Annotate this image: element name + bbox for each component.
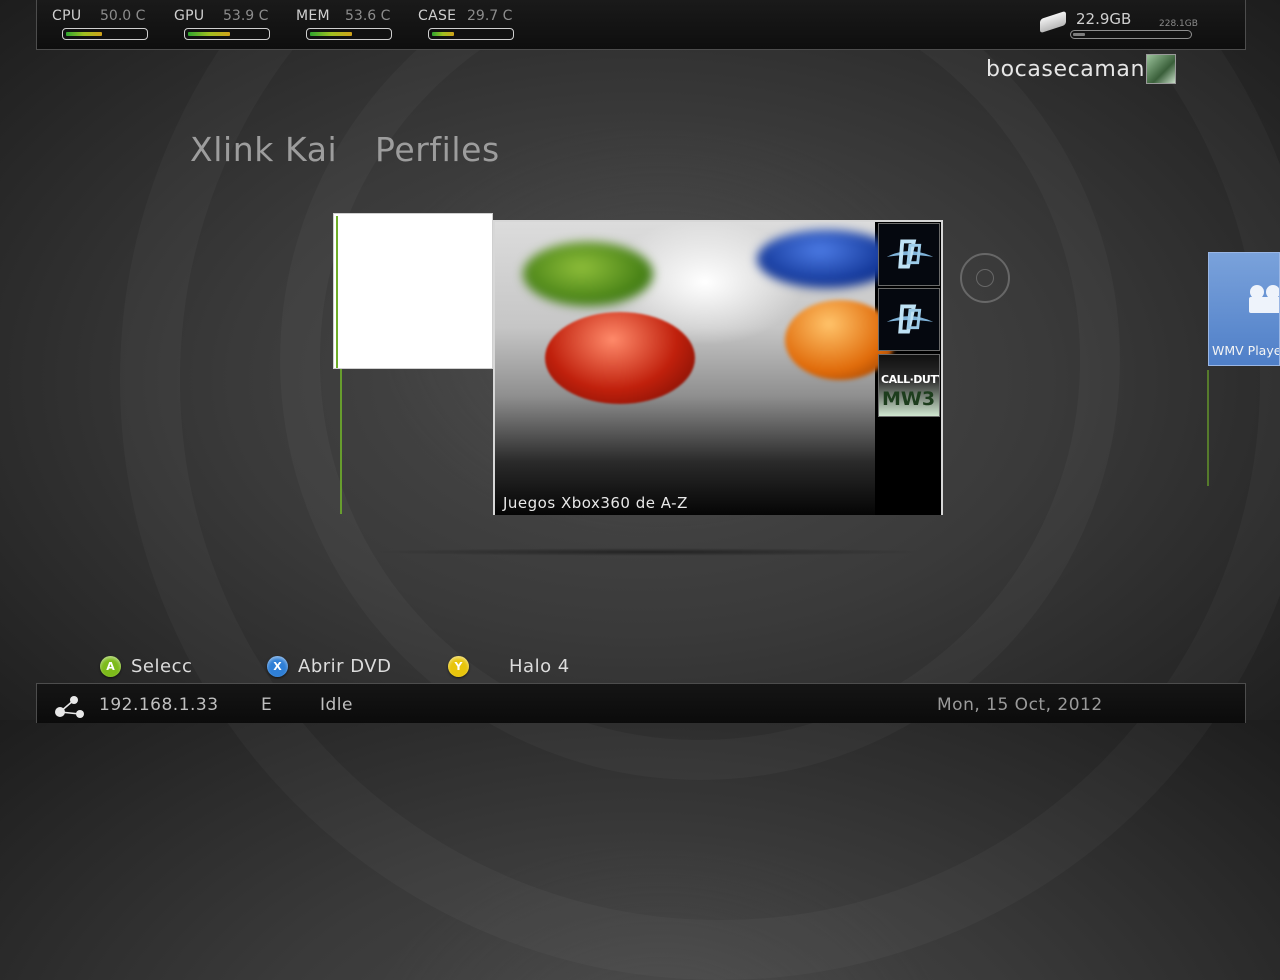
disk-total: 228.1GB	[1159, 19, 1198, 29]
wmv-player-label: WMV Player	[1212, 343, 1280, 358]
mem-bar-fill	[310, 32, 352, 36]
disk-usage-bar	[1070, 30, 1192, 39]
halo-4-icon	[879, 289, 939, 350]
x-button-icon: X	[267, 656, 288, 677]
case-label: CASE	[418, 8, 457, 24]
tile-caption: Juegos Xbox360 de A-Z	[503, 494, 688, 512]
nav-perfiles[interactable]: Perfiles	[375, 130, 500, 169]
game-thumb-halo4[interactable]	[878, 288, 940, 351]
gpu-bar	[184, 28, 270, 40]
mem-value: 53.6 C	[345, 8, 391, 24]
cod-subtitle: MW3	[882, 388, 936, 410]
blue-button-blob	[757, 230, 897, 288]
status-state: Idle	[320, 695, 353, 715]
floor-shadow	[370, 548, 930, 556]
profile-username[interactable]: bocasecaman	[986, 57, 1145, 82]
hint-open-dvd[interactable]: Abrir DVD	[298, 656, 391, 677]
halo-4-icon	[879, 224, 939, 285]
wmv-player-tile[interactable]: WMV Player	[1208, 252, 1280, 366]
side-accent-line	[1207, 370, 1209, 486]
y-button-icon: Y	[448, 656, 469, 677]
date-display: Mon, 15 Oct, 2012	[937, 695, 1103, 715]
ip-address: 192.168.1.33	[99, 695, 219, 715]
mem-temp: MEM 53.6 C	[296, 8, 396, 44]
game-thumb-cod-mw3[interactable]: CALL·DUTY MW3	[878, 354, 940, 417]
case-temp: CASE 29.7 C	[418, 8, 518, 44]
gpu-label: GPU	[174, 8, 205, 24]
disk-usage-fill	[1073, 33, 1085, 36]
cpu-temp: CPU 50.0 C	[52, 8, 152, 44]
featured-tile[interactable]: Juegos Xbox360 de A-Z CALL·DUTY MW3	[493, 220, 943, 515]
green-button-blob	[523, 242, 653, 306]
blank-tile[interactable]	[333, 213, 493, 369]
disc-ring-icon	[960, 253, 1010, 303]
tile-background-photo	[495, 222, 897, 515]
hint-select[interactable]: Selecc	[131, 656, 192, 677]
gpu-value: 53.9 C	[223, 8, 269, 24]
network-icon	[55, 696, 84, 718]
reflection-accent-line	[340, 369, 342, 514]
drive-letter: E	[261, 695, 273, 715]
avatar[interactable]	[1146, 54, 1176, 84]
a-button-icon: A	[100, 656, 121, 677]
camera-icon	[1249, 285, 1279, 313]
disk-free: 22.9GB	[1076, 10, 1132, 28]
cpu-value: 50.0 C	[100, 8, 146, 24]
cpu-bar-fill	[66, 32, 102, 36]
nav-xlink-kai[interactable]: Xlink Kai	[190, 130, 337, 169]
gpu-bar-fill	[188, 32, 230, 36]
case-bar	[428, 28, 514, 40]
gpu-temp: GPU 53.9 C	[174, 8, 274, 44]
hint-halo-4[interactable]: Halo 4	[509, 656, 570, 677]
case-value: 29.7 C	[467, 8, 513, 24]
game-thumb-halo4[interactable]	[878, 223, 940, 286]
mem-label: MEM	[296, 8, 330, 24]
cpu-bar	[62, 28, 148, 40]
cod-title: CALL·DUTY	[881, 373, 940, 386]
mem-bar	[306, 28, 392, 40]
case-bar-fill	[432, 32, 454, 36]
red-button-blob	[545, 312, 695, 404]
selection-accent-line	[336, 216, 338, 368]
cpu-label: CPU	[52, 8, 82, 24]
